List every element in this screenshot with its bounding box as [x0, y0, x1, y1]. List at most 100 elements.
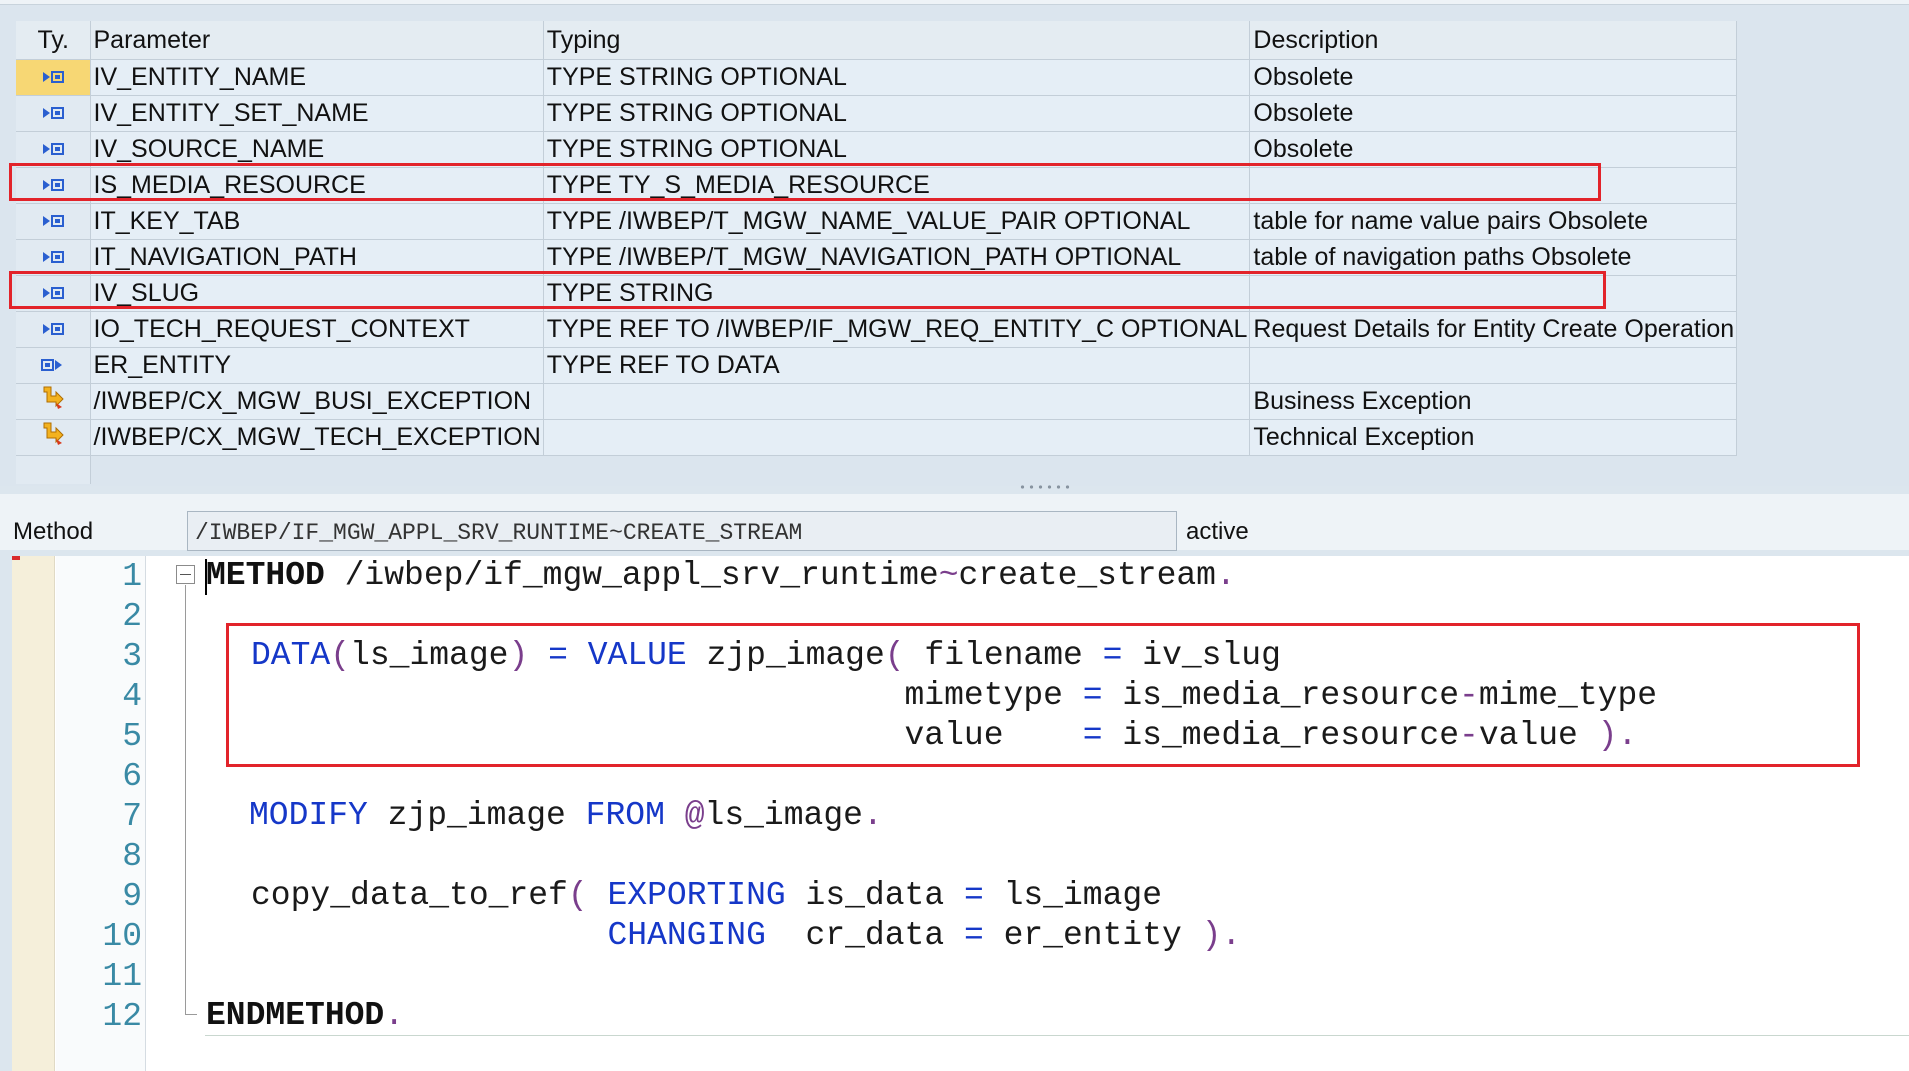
type-icon-cell[interactable]: [16, 383, 91, 420]
importing-parameter-icon: [40, 99, 66, 127]
editor-end-line: [205, 1035, 1909, 1036]
parameter-name-cell[interactable]: /IWBEP/CX_MGW_BUSI_EXCEPTION: [90, 383, 544, 420]
importing-parameter-icon: [40, 135, 66, 163]
description-cell[interactable]: Obsolete: [1249, 131, 1738, 168]
type-icon-cell[interactable]: [16, 131, 91, 168]
exception-icon: [42, 422, 64, 452]
column-header-parameter[interactable]: Parameter: [90, 21, 544, 60]
table-spacer-row: [16, 455, 1737, 484]
type-icon-cell[interactable]: [16, 167, 91, 204]
column-header-description[interactable]: Description: [1249, 21, 1738, 60]
splitter-handle[interactable]: [1018, 484, 1074, 490]
type-icon-cell[interactable]: [16, 347, 91, 384]
code-line-3: DATA(ls_image) = VALUE zjp_image( filena…: [251, 637, 1281, 674]
table-row[interactable]: IV_ENTITY_SET_NAME TYPE STRING OPTIONAL Ob…: [16, 95, 1738, 132]
description-cell[interactable]: Business Exception: [1249, 383, 1738, 420]
parameter-table: Ty. Parameter Typing Description IV_ENTI…: [16, 21, 1738, 484]
importing-parameter-icon: [40, 243, 66, 271]
table-row[interactable]: IV_SLUG TYPE STRING: [16, 275, 1738, 312]
exporting-parameter-icon: [40, 351, 66, 379]
parameter-name-cell[interactable]: IV_SLUG: [90, 275, 544, 312]
line-number: 1: [122, 558, 142, 595]
typing-cell[interactable]: TYPE /IWBEP/T_MGW_NAME_VALUE_PAIR OPTION…: [543, 203, 1251, 240]
description-cell[interactable]: Obsolete: [1249, 59, 1738, 96]
typing-cell[interactable]: [543, 419, 1251, 456]
table-row[interactable]: IT_NAVIGATION_PATH TYPE /IWBEP/T_MGW_NAVI…: [16, 239, 1738, 276]
parameter-name-cell[interactable]: IV_ENTITY_NAME: [90, 59, 544, 96]
importing-parameter-icon: [40, 207, 66, 235]
description-cell[interactable]: table of navigation paths Obsolete: [1249, 239, 1738, 276]
type-icon-cell[interactable]: [16, 275, 91, 312]
description-cell[interactable]: [1249, 167, 1738, 204]
editor-marker-gutter: [12, 556, 55, 1071]
column-header-typing[interactable]: Typing: [543, 21, 1251, 60]
method-name-field[interactable]: /IWBEP/IF_MGW_APPL_SRV_RUNTIME~CREATE_ST…: [187, 511, 1177, 551]
type-icon-cell[interactable]: [16, 203, 91, 240]
code-line-4: mimetype = is_media_resource-mime_type: [251, 677, 1658, 714]
typing-cell[interactable]: TYPE TY_S_MEDIA_RESOURCE: [543, 167, 1251, 204]
type-icon-cell: [16, 455, 91, 484]
table-row[interactable]: /IWBEP/CX_MGW_TECH_EXCEPTION Technical Ex…: [16, 419, 1738, 456]
description-cell[interactable]: Obsolete: [1249, 95, 1738, 132]
method-status: active: [1186, 518, 1249, 545]
table-row[interactable]: IO_TECH_REQUEST_CONTEXT TYPE REF TO /IWBE…: [16, 311, 1738, 348]
line-number: 8: [122, 838, 142, 875]
typing-cell[interactable]: TYPE REF TO /IWBEP/IF_MGW_REQ_ENTITY_C O…: [543, 311, 1251, 348]
code-line-9: copy_data_to_ref( EXPORTING is_data = ls…: [251, 877, 1162, 914]
parameter-name-cell[interactable]: IV_SOURCE_NAME: [90, 131, 544, 168]
line-number: 5: [122, 718, 142, 755]
importing-parameter-icon: [40, 63, 66, 91]
table-row[interactable]: ER_ENTITY TYPE REF TO DATA: [16, 347, 1738, 384]
parameter-name-cell[interactable]: IS_MEDIA_RESOURCE: [90, 167, 544, 204]
code-line-10: CHANGING cr_data = er_entity ).: [607, 917, 1242, 954]
line-number: 6: [122, 758, 142, 795]
type-icon-cell[interactable]: [16, 311, 91, 348]
typing-cell[interactable]: TYPE /IWBEP/T_MGW_NAVIGATION_PATH OPTION…: [543, 239, 1251, 276]
table-row[interactable]: IV_ENTITY_NAME TYPE STRING OPTIONAL Obsole…: [16, 59, 1738, 96]
column-header-type[interactable]: Ty.: [16, 21, 91, 60]
type-icon-cell[interactable]: [16, 419, 91, 456]
typing-cell[interactable]: TYPE STRING OPTIONAL: [543, 131, 1251, 168]
code-line-5: value = is_media_resource-value ).: [251, 717, 1638, 754]
table-row[interactable]: IS_MEDIA_RESOURCE TYPE TY_S_MEDIA_RESOURC…: [16, 167, 1738, 204]
importing-parameter-icon: [40, 315, 66, 343]
table-row[interactable]: /IWBEP/CX_MGW_BUSI_EXCEPTION Business Exc…: [16, 383, 1738, 420]
type-icon-cell[interactable]: [16, 59, 91, 96]
description-cell[interactable]: table for name value pairs Obsolete: [1249, 203, 1738, 240]
line-number: 9: [122, 878, 142, 915]
parameter-name-cell[interactable]: ER_ENTITY: [90, 347, 544, 384]
table-row[interactable]: IV_SOURCE_NAME TYPE STRING OPTIONAL Obsole…: [16, 131, 1738, 168]
method-label: Method: [13, 518, 94, 545]
editor-change-marker: [12, 556, 20, 560]
text-cursor: [205, 559, 207, 595]
type-icon-cell[interactable]: [16, 239, 91, 276]
line-number: 7: [122, 798, 142, 835]
line-number: 3: [122, 638, 142, 675]
parameter-name-cell[interactable]: IT_NAVIGATION_PATH: [90, 239, 544, 276]
line-number: 11: [102, 958, 142, 995]
exception-icon: [42, 386, 64, 416]
parameter-name-cell[interactable]: IO_TECH_REQUEST_CONTEXT: [90, 311, 544, 348]
description-cell[interactable]: Technical Exception: [1249, 419, 1738, 456]
fold-guide-end: [185, 1014, 197, 1015]
description-cell[interactable]: [1249, 347, 1738, 384]
typing-cell[interactable]: TYPE STRING: [543, 275, 1251, 312]
typing-cell[interactable]: TYPE STRING OPTIONAL: [543, 59, 1251, 96]
parameter-name-cell[interactable]: IV_ENTITY_SET_NAME: [90, 95, 544, 132]
panel-top-border: [0, 0, 1909, 5]
type-icon-cell[interactable]: [16, 95, 91, 132]
typing-cell[interactable]: TYPE STRING OPTIONAL: [543, 95, 1251, 132]
description-cell[interactable]: [1249, 275, 1738, 312]
collapse-block-icon[interactable]: [176, 565, 195, 584]
code-line-1: METHOD /iwbep/if_mgw_appl_srv_runtime~cr…: [206, 557, 1236, 594]
line-number: 2: [122, 598, 142, 635]
table-row[interactable]: IT_KEY_TAB TYPE /IWBEP/T_MGW_NAME_VALUE_P…: [16, 203, 1738, 240]
description-cell[interactable]: Request Details for Entity Create Operat…: [1249, 311, 1738, 348]
table-header-row: Ty. Parameter Typing Description: [16, 21, 1738, 60]
typing-cell[interactable]: TYPE REF TO DATA: [543, 347, 1251, 384]
parameter-name-cell[interactable]: IT_KEY_TAB: [90, 203, 544, 240]
importing-parameter-icon: [40, 171, 66, 199]
typing-cell[interactable]: [543, 383, 1251, 420]
parameter-name-cell[interactable]: /IWBEP/CX_MGW_TECH_EXCEPTION: [90, 419, 544, 456]
parameter-panel: Ty. Parameter Typing Description IV_ENTI…: [0, 0, 1909, 490]
